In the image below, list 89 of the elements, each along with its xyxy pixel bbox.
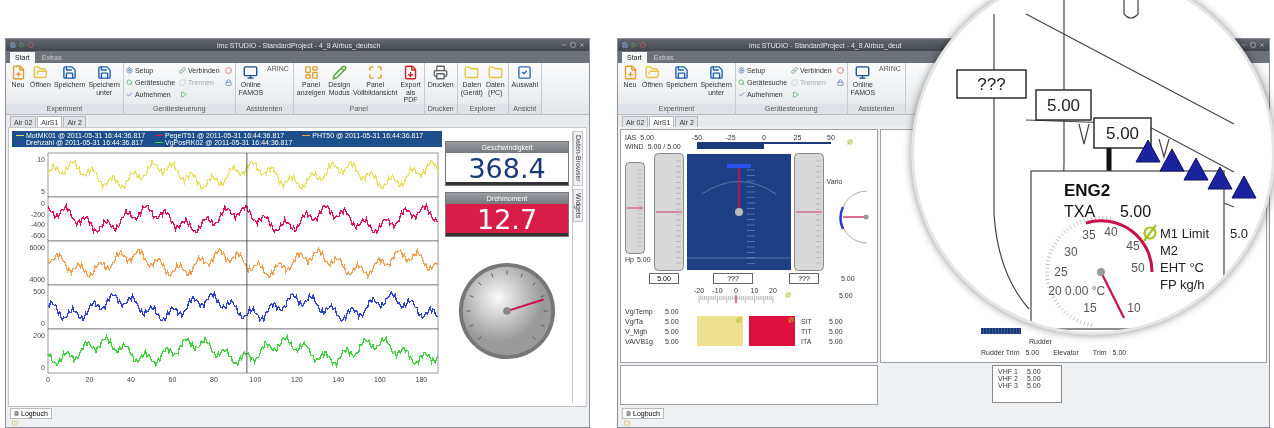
legend-label: EHT °C <box>1160 260 1204 275</box>
status-indicator-icon <box>785 292 791 298</box>
save-icon <box>674 65 690 80</box>
minimize-icon[interactable] <box>1241 42 1247 48</box>
checkbox-icon <box>517 65 533 80</box>
status-indicator-icon <box>846 139 853 145</box>
folder-icon <box>32 65 48 80</box>
folder-icon <box>624 420 630 426</box>
triangle-icon <box>1183 157 1209 181</box>
save-as-icon <box>708 65 724 80</box>
triangle-icon <box>1159 148 1185 172</box>
gauge-tick-label: 35 <box>1082 228 1096 242</box>
save-icon[interactable] <box>10 42 16 48</box>
check-icon <box>737 91 745 98</box>
settings-icon <box>737 67 745 74</box>
folder-icon <box>12 420 18 426</box>
maximize-icon[interactable] <box>570 42 576 48</box>
status-indicator-icon <box>736 317 742 323</box>
minimize-icon[interactable] <box>561 42 567 48</box>
triangle-icon <box>1207 166 1233 190</box>
pdf-export-icon <box>403 65 419 80</box>
gauge-tick-label: 30 <box>1064 245 1078 259</box>
ribbon-icon-button[interactable] <box>835 65 845 76</box>
field-value: 5.0 <box>1230 226 1249 241</box>
gauge-reading: 0.00 °C <box>1065 284 1106 298</box>
rudder-bar-meter <box>981 328 1021 334</box>
legend-label: M2 <box>1160 243 1179 258</box>
fullscreen-icon <box>367 65 383 80</box>
ribbon-icon-button[interactable] <box>791 89 801 100</box>
ribbon-icon-button[interactable] <box>179 89 189 100</box>
gauge-tick-label: 45 <box>1126 239 1140 253</box>
new-file-icon <box>10 65 26 80</box>
play-icon[interactable] <box>19 42 25 48</box>
new-file-icon <box>622 65 638 80</box>
value-field: ??? <box>956 69 1027 99</box>
status-indicator-icon <box>788 317 794 323</box>
legend-label: FP kg/h <box>1160 277 1205 292</box>
document-icon <box>14 410 19 416</box>
settings-icon <box>125 67 133 74</box>
field-label: TXA <box>1064 203 1096 220</box>
save-icon <box>62 65 78 80</box>
triangle-icon <box>1135 139 1161 163</box>
gauge-tick-label: 10 <box>1127 301 1141 315</box>
pencil-icon <box>331 65 347 80</box>
value-field: 5.00 <box>1093 117 1152 149</box>
monitor-icon <box>243 65 259 80</box>
unlink-icon <box>179 79 187 86</box>
ribbon-icon-button[interactable] <box>835 77 845 88</box>
link-icon <box>791 67 799 74</box>
triangle-icon <box>1231 175 1257 199</box>
display-value: 12.7 <box>446 204 569 236</box>
gauge-tick-label: 50 <box>1131 261 1145 275</box>
record-icon[interactable] <box>640 42 646 48</box>
link-icon <box>179 67 187 74</box>
search-icon <box>737 79 745 86</box>
gauge-tick-label: 15 <box>1083 301 1097 315</box>
record-icon <box>224 67 232 74</box>
maximize-icon[interactable] <box>1250 42 1256 48</box>
check-icon <box>125 91 133 98</box>
engine-name: ENG2 <box>1064 181 1111 200</box>
record-icon[interactable] <box>28 42 34 48</box>
value-field: 5.00 <box>1035 89 1092 121</box>
gauge-tick-label: 25 <box>1054 265 1068 279</box>
play-icon[interactable] <box>631 42 637 48</box>
play-icon <box>180 91 188 98</box>
field-value: 5.00 <box>1120 203 1152 220</box>
printer-icon <box>433 65 449 80</box>
record-icon <box>836 67 844 74</box>
save-as-icon <box>96 65 112 80</box>
close-icon[interactable] <box>579 42 585 48</box>
play-icon <box>792 91 800 98</box>
folder-icon <box>487 65 503 80</box>
folder-icon <box>644 65 660 80</box>
ribbon-icon-button[interactable] <box>223 65 233 76</box>
status-indicator-icon <box>1143 224 1157 242</box>
document-icon <box>626 410 631 416</box>
lock-icon <box>836 79 844 86</box>
gauge-tick-label: 20 <box>1048 284 1062 298</box>
close-icon[interactable] <box>1259 42 1265 48</box>
unlink-icon <box>791 79 799 86</box>
lock-icon <box>224 79 232 86</box>
search-icon <box>125 79 133 86</box>
gauge-tick-label: 40 <box>1104 225 1118 239</box>
monitor-icon <box>855 65 871 80</box>
panel-icon <box>303 65 319 80</box>
ribbon-icon-button[interactable] <box>223 77 233 88</box>
legend-label: M1 Limit <box>1160 226 1210 241</box>
save-icon[interactable] <box>622 42 628 48</box>
folder-icon <box>464 65 480 80</box>
